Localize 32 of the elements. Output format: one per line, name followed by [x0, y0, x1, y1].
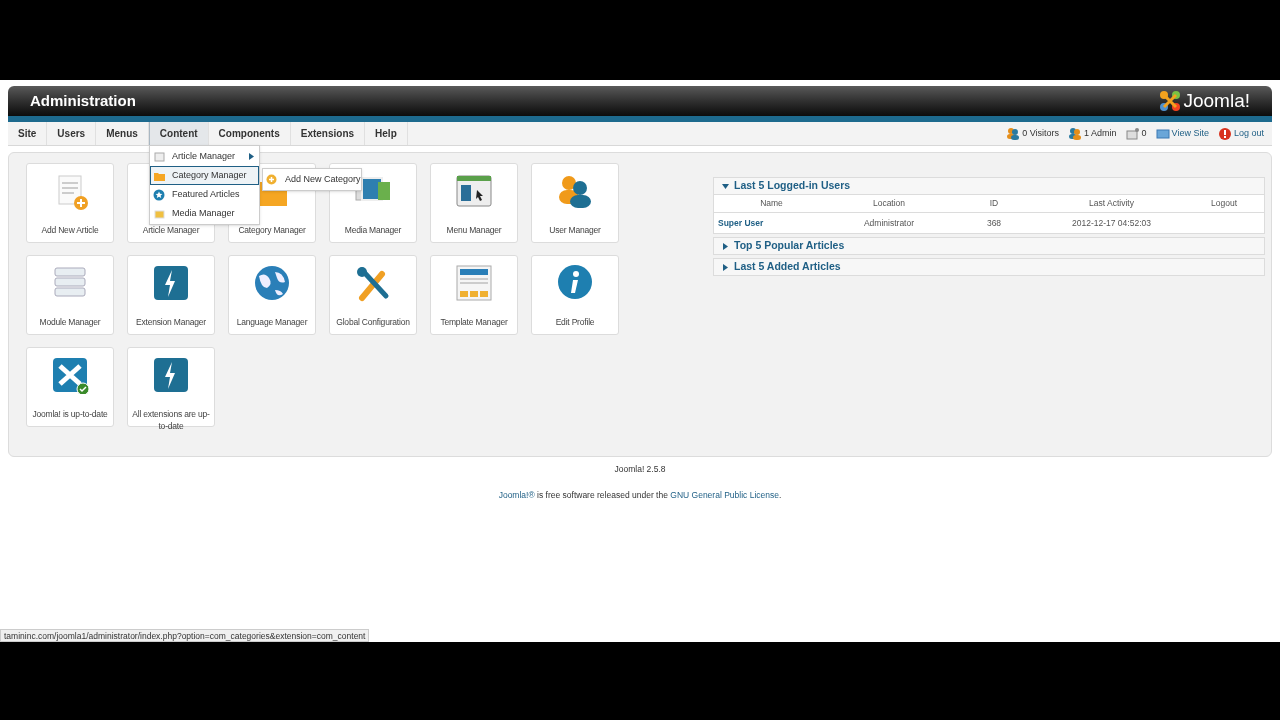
status-bar-url: tamininc.com/joomla1/administrator/index.php?option=com_categories&extension=com_content	[0, 629, 370, 642]
tile-label: User Manager	[548, 224, 602, 236]
column-header: ID	[988, 197, 1000, 210]
tile-label: Add New Article	[40, 224, 100, 236]
column-header: Logout	[1210, 197, 1238, 210]
panel-title: Last 5 Logged-in Users	[734, 178, 851, 194]
version-text: Joomla! 2.5.8	[614, 463, 666, 476]
logo-text: Joomla!	[1183, 88, 1250, 113]
window-title: Administration	[30, 90, 136, 111]
tile-label: Language Manager	[235, 316, 309, 328]
tile-label: Extension Manager	[135, 316, 207, 328]
tile-label: Menu Manager	[445, 224, 503, 236]
tile-label: Media Manager	[343, 224, 403, 236]
column-header: Name	[759, 197, 784, 210]
column-header: Location	[871, 197, 907, 210]
column-header: Last Activity	[1088, 197, 1135, 210]
panel-title: Top 5 Popular Articles	[734, 238, 845, 254]
status-text: 0	[1141, 126, 1147, 140]
status-text: 1 Admin	[1084, 126, 1117, 140]
status-text: 0 Visitors	[1022, 126, 1060, 140]
tile-label: Article Manager	[141, 224, 201, 236]
tile-label: Template Manager	[439, 316, 509, 328]
panel-title: Last 5 Added Articles	[734, 259, 841, 275]
tile-label: Category Manager	[237, 224, 307, 236]
tile-label: Joomla! is up-to-date	[31, 408, 109, 420]
table-cell-text: 368	[985, 216, 1003, 230]
tile-label: Edit Profile	[554, 316, 596, 328]
tile-label: Module Manager	[38, 316, 102, 328]
table-cell-text: 2012-12-17 04:52:03	[1071, 216, 1152, 230]
tile-label: Global Configuration	[335, 316, 411, 328]
license-text: Joomla!® is free software released under the GNU General Public License.	[498, 488, 782, 502]
table-cell-text: Administrator	[862, 216, 916, 230]
